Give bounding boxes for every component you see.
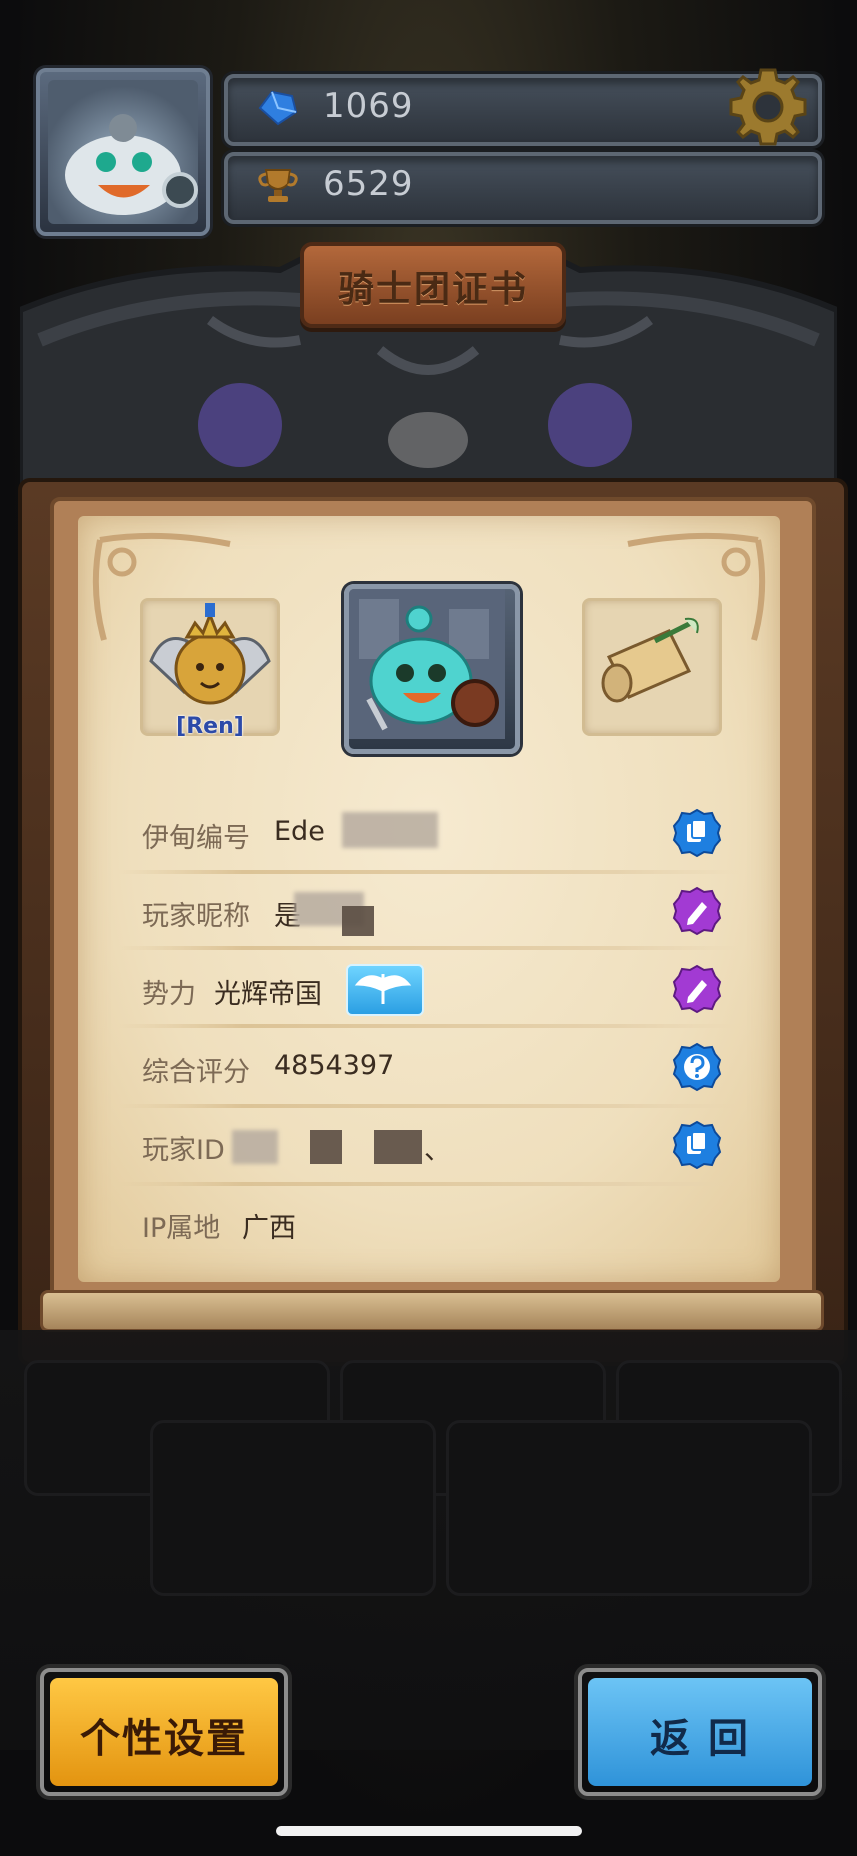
info-row-eden-id: 伊甸编号 Ede xyxy=(142,808,742,860)
personal-settings-button[interactable]: 个性设置 xyxy=(40,1668,288,1796)
redacted-block xyxy=(374,1130,422,1164)
faction-label: 势力 xyxy=(142,979,196,1010)
info-row-nickname: 玩家昵称 是 xyxy=(142,886,742,938)
blue-gem-icon xyxy=(258,90,298,126)
personal-settings-label: 个性设置 xyxy=(80,1716,248,1762)
scroll-roll xyxy=(40,1290,824,1332)
player-avatar[interactable] xyxy=(36,68,210,236)
row-divider xyxy=(118,1182,740,1186)
help-icon[interactable] xyxy=(672,1042,722,1092)
ip-label: IP属地 xyxy=(142,1213,221,1244)
edit-icon[interactable] xyxy=(672,886,722,936)
back-button[interactable]: 返 回 xyxy=(578,1668,822,1796)
back-label: 返 回 xyxy=(650,1716,750,1762)
info-row-player-id: 玩家ID 、 xyxy=(142,1120,742,1172)
title-sign: 骑士团证书 xyxy=(300,242,566,328)
trophy-counter: 6529 xyxy=(224,152,822,224)
info-row-ip: IP属地 广西 xyxy=(142,1198,742,1250)
home-indicator[interactable] xyxy=(276,1826,582,1836)
faction-emblem xyxy=(346,964,424,1016)
guild-emblem-slot[interactable]: [Ren] xyxy=(140,598,280,739)
score-label: 综合评分 xyxy=(142,1057,250,1088)
winged-emblem-icon xyxy=(354,974,412,1004)
nickname-label: 玩家昵称 xyxy=(142,901,250,932)
guild-tag: [Ren] xyxy=(176,714,244,739)
redacted-blur xyxy=(232,1130,278,1164)
row-divider xyxy=(118,946,740,950)
robot-avatar-icon xyxy=(65,114,198,215)
copy-icon[interactable] xyxy=(672,808,722,858)
redacted-block xyxy=(310,1130,342,1164)
redacted-blur xyxy=(342,812,438,848)
floor-stone xyxy=(150,1420,436,1596)
edit-icon[interactable] xyxy=(672,964,722,1014)
info-row-faction: 势力 光辉帝国 xyxy=(142,964,742,1016)
row-divider xyxy=(118,870,740,874)
trophy-count: 6529 xyxy=(323,164,414,204)
avatar-image xyxy=(48,80,198,224)
gem-count: 1069 xyxy=(323,86,414,126)
eden-id-label: 伊甸编号 xyxy=(142,823,250,854)
trophy-icon xyxy=(258,169,298,202)
scroll-quill-slot[interactable] xyxy=(582,598,722,736)
ip-value: 广西 xyxy=(242,1213,296,1244)
faction-value: 光辉帝国 xyxy=(214,979,322,1010)
player-id-label: 玩家ID xyxy=(142,1135,225,1166)
copy-icon[interactable] xyxy=(672,1120,722,1170)
scroll-quill-icon xyxy=(601,617,699,703)
redacted-block xyxy=(342,906,374,936)
floor-stone xyxy=(446,1420,812,1596)
player-portrait[interactable] xyxy=(344,584,520,754)
player-id-value: 、 xyxy=(424,1135,451,1166)
row-divider xyxy=(118,1104,740,1108)
slime-knight-icon xyxy=(349,589,505,739)
info-row-score: 综合评分 4854397 xyxy=(142,1042,742,1094)
row-divider xyxy=(118,1024,740,1028)
score-value: 4854397 xyxy=(274,1050,395,1081)
eden-id-value: Ede xyxy=(274,816,325,847)
gear-icon[interactable] xyxy=(725,64,811,150)
title-sign-text: 骑士团证书 xyxy=(337,269,528,310)
